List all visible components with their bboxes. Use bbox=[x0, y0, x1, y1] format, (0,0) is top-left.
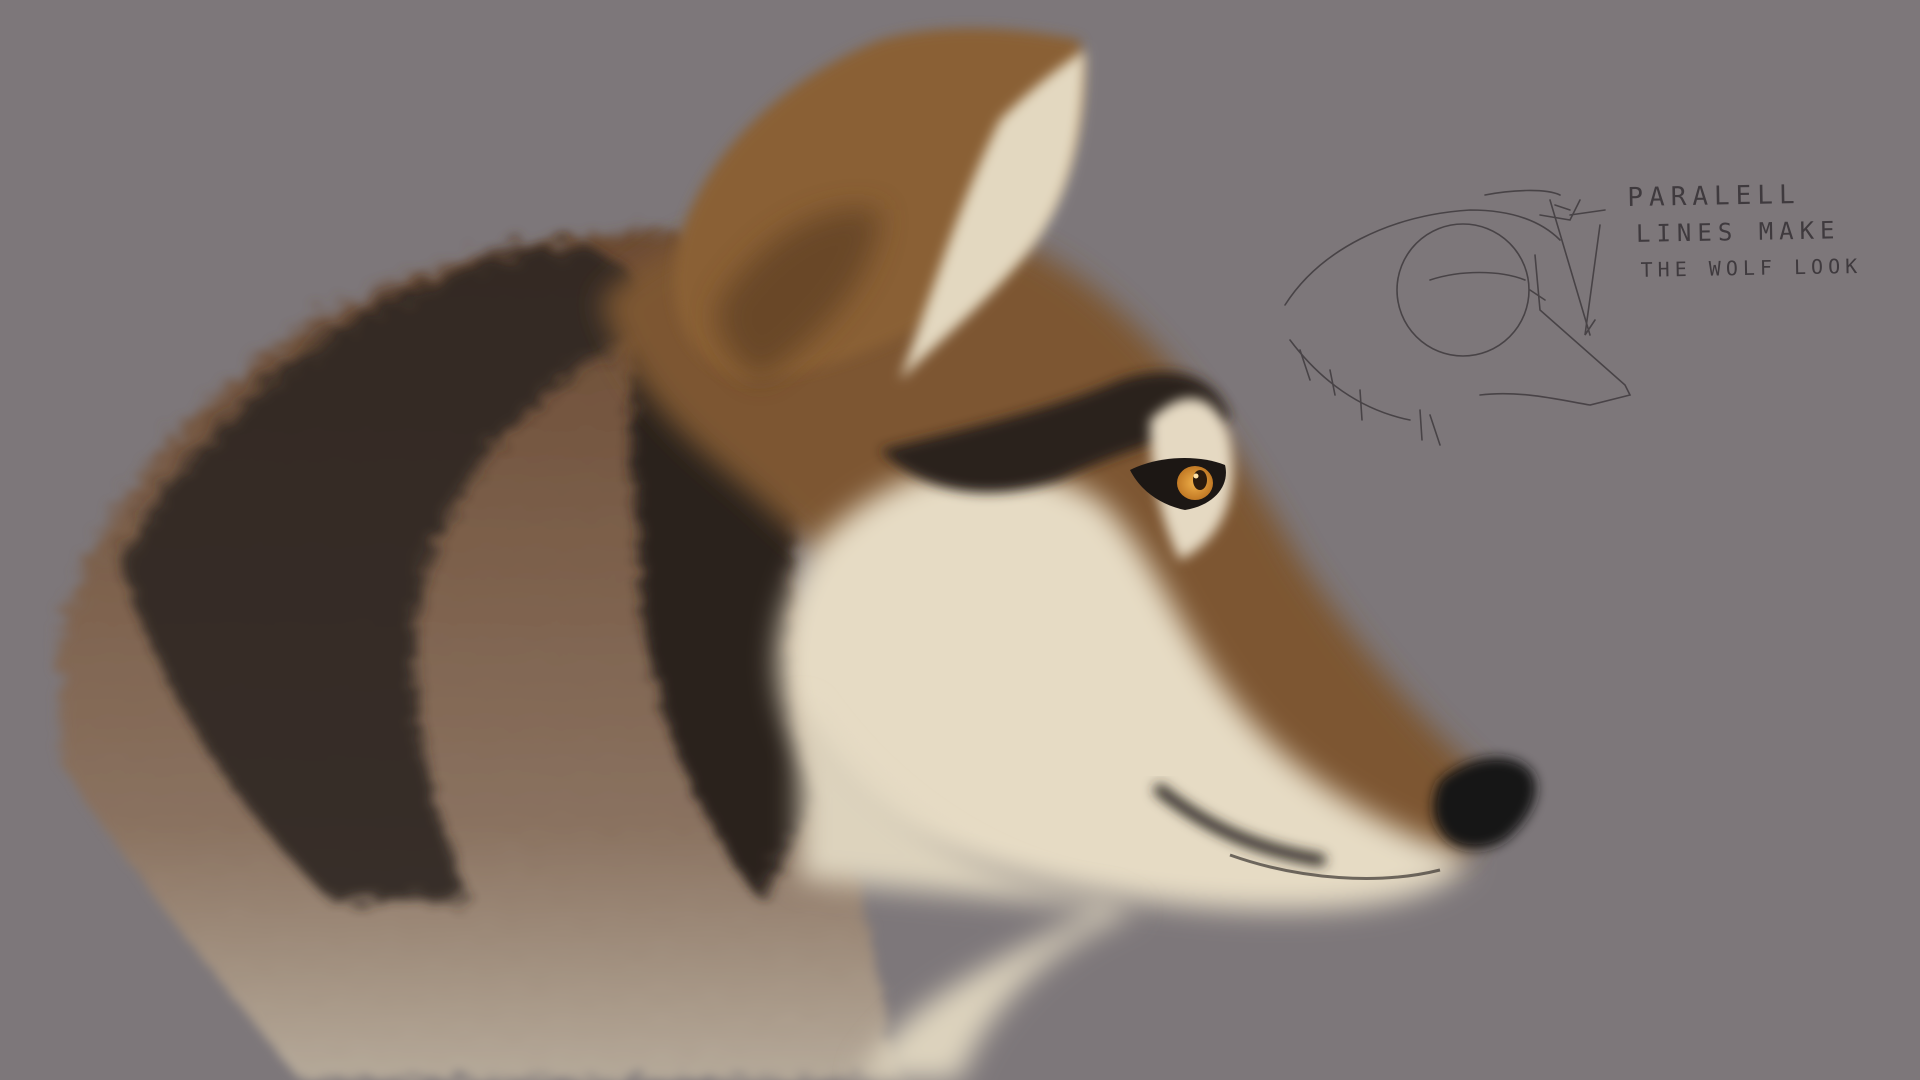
sketch-neck-line bbox=[1289, 339, 1411, 421]
sketch-cranium-circle bbox=[1396, 223, 1530, 357]
sketch-top-stroke-1 bbox=[1484, 189, 1561, 196]
wolf-painting-canvas bbox=[60, 28, 1632, 1080]
sketch-arrow bbox=[1584, 224, 1601, 336]
wolf-construction-sketch bbox=[1284, 189, 1632, 446]
wolf-head-painting bbox=[60, 28, 1536, 1080]
annotation-line-3: THE WOLF LOOK bbox=[1640, 253, 1863, 282]
sketch-fur-strokes bbox=[1299, 349, 1441, 446]
sketch-muzzle bbox=[1479, 254, 1632, 406]
sketch-back-line bbox=[1284, 209, 1561, 306]
sketch-annotation: PARALELL LINES MAKE THE WOLF LOOK bbox=[1627, 176, 1862, 288]
sketch-ear-tips bbox=[1539, 199, 1581, 221]
annotation-line-2: LINES MAKE bbox=[1635, 216, 1841, 248]
sketch-eye-mark bbox=[1529, 289, 1546, 301]
sketch-brow-line bbox=[1429, 271, 1526, 281]
annotation-line-1: PARALELL bbox=[1627, 180, 1801, 214]
